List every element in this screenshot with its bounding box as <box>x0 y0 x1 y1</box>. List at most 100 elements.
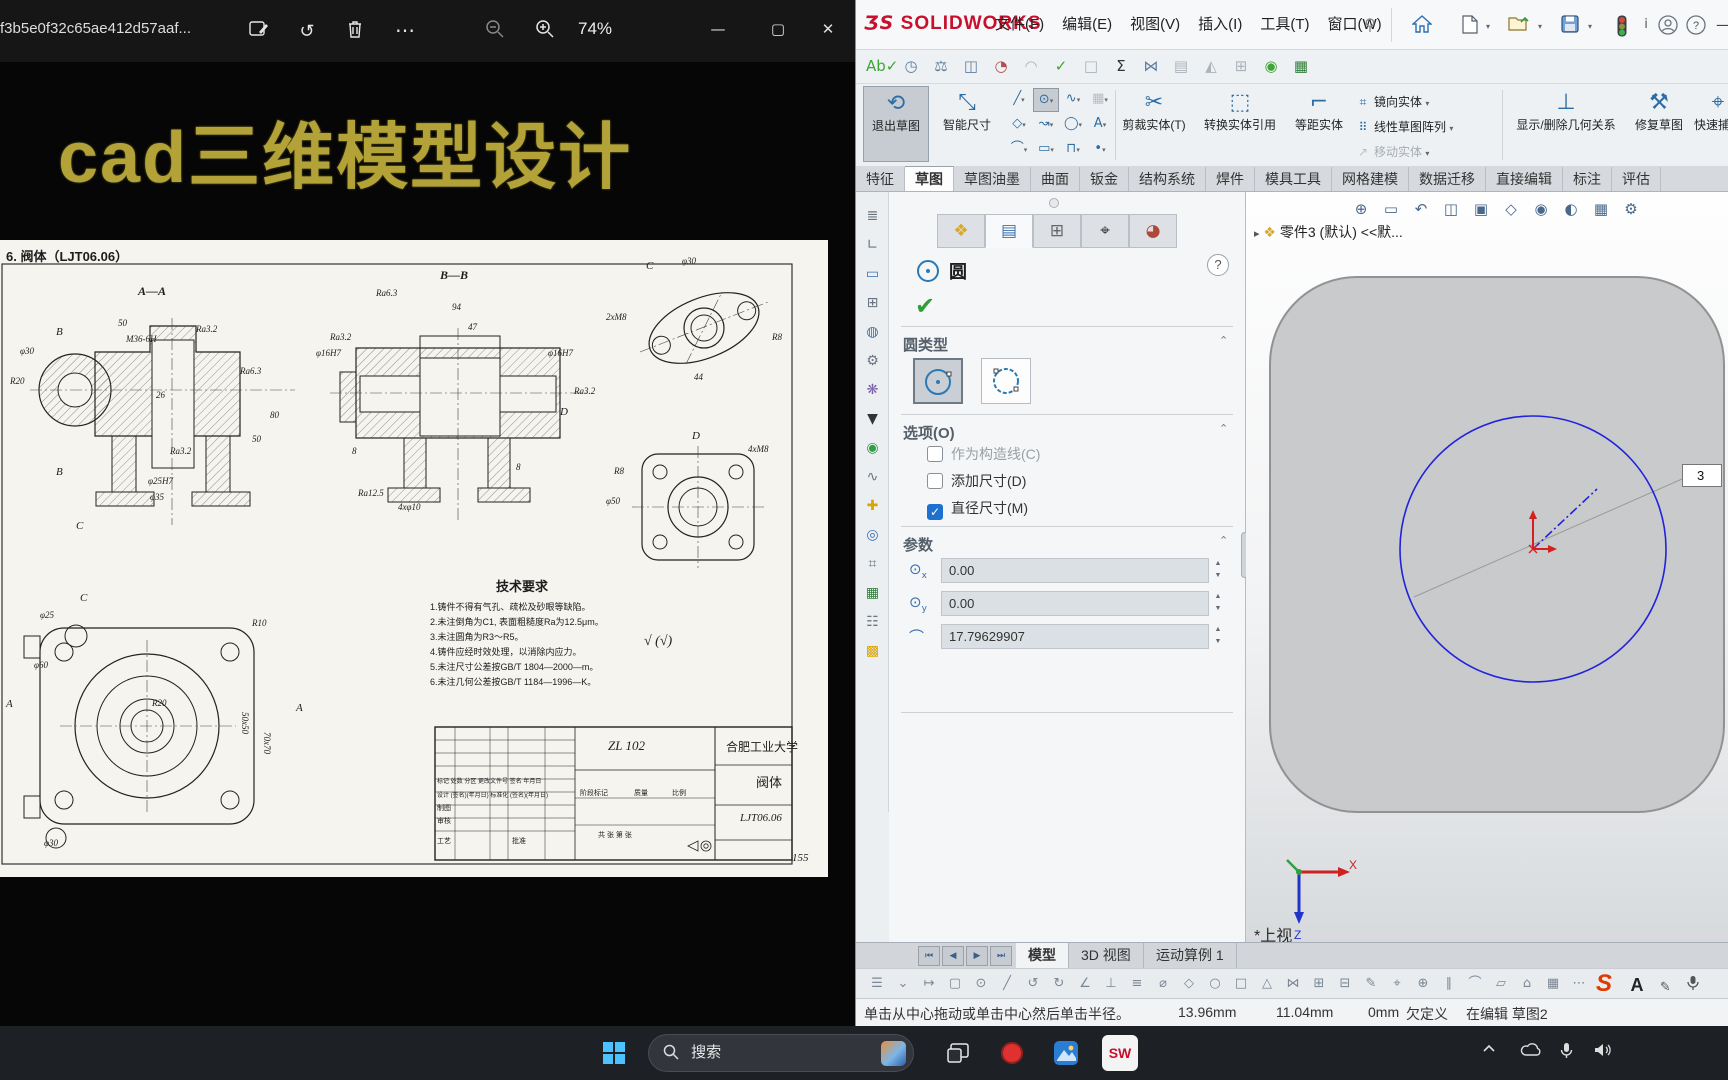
displaymanager-tab[interactable]: ◕ <box>1129 214 1177 248</box>
maximize-button[interactable]: ▢ <box>758 14 798 44</box>
spinner[interactable]: ▲ ▼ <box>1211 591 1225 616</box>
save-caret[interactable]: ▾ <box>1588 22 1592 31</box>
edit-appearance-icon[interactable]: ◐ <box>1556 196 1586 222</box>
display-delete-relations-button[interactable]: ⊥ 显示/删除几何关系 <box>1506 86 1626 162</box>
tab-sheet-metal[interactable]: 钣金 <box>1080 167 1129 191</box>
tab-data-migration[interactable]: 数据迁移 <box>1409 167 1486 191</box>
offset-entities-button[interactable]: ⌐ 等距实体 <box>1290 86 1348 162</box>
tab-evaluate[interactable]: 评估 <box>1612 167 1661 191</box>
point-tool[interactable]: •▾ <box>1087 138 1113 162</box>
tab-direct-editing[interactable]: 直接编辑 <box>1486 167 1563 191</box>
arc-tool[interactable]: ⌒▾ <box>1006 138 1032 162</box>
new-document-icon[interactable] <box>1456 12 1484 38</box>
ellipse-tool[interactable]: ◯▾ <box>1060 113 1086 137</box>
mic-tray-status-icon[interactable] <box>1560 1042 1573 1064</box>
menu-insert[interactable]: 插入(I) <box>1189 0 1251 50</box>
polygon-tool[interactable]: ◇▾ <box>1006 113 1032 137</box>
solidworks-tray-logo[interactable]: S <box>1596 970 1612 997</box>
pm-ok-button[interactable]: ✔ <box>915 292 935 320</box>
binoculars-icon[interactable]: ⌗ <box>856 550 889 579</box>
sw-minimize-button[interactable]: — <box>1710 12 1728 38</box>
freehand-spline-tool[interactable]: ↝▾ <box>1033 113 1059 137</box>
angle-icon[interactable]: ∟ <box>856 231 889 260</box>
tree-expand-arrow[interactable]: ▸ <box>1254 228 1260 240</box>
section-view-icon[interactable]: ◫ <box>1436 196 1466 222</box>
funnel-icon[interactable]: ▼ <box>856 405 889 434</box>
search-box[interactable]: 搜索 <box>648 1034 914 1072</box>
chevron-up-icon[interactable]: ⌃ <box>1219 534 1228 547</box>
circle-tool[interactable]: ⊙▾ <box>1033 88 1059 112</box>
pm-help-icon[interactable]: ? <box>1207 254 1229 276</box>
trim-entities-button[interactable]: ✂ 剪裁实体(T) <box>1118 86 1190 162</box>
feature-tree-overlay[interactable]: ▸ ❖ 零件3 (默认) <<默... <box>1254 222 1403 242</box>
scroll-left-button[interactable]: ◀ <box>942 946 964 966</box>
pin-menubar-icon[interactable]: ⚲ <box>1356 12 1384 38</box>
close-button[interactable]: ✕ <box>808 14 848 44</box>
geometry-check-icon[interactable]: ✓ <box>1046 50 1076 82</box>
tab-markup[interactable]: 标注 <box>1563 167 1612 191</box>
exit-sketch-button[interactable]: ⟲ 退出草图 <box>863 86 929 162</box>
model-tab[interactable]: 模型 <box>1016 943 1069 969</box>
new-document-caret[interactable]: ▾ <box>1486 22 1490 31</box>
record-button[interactable] <box>994 1035 1030 1071</box>
options-section-header[interactable]: 选项(O) <box>903 422 955 443</box>
quick-snaps-button[interactable]: ⌖快速捕捉 <box>1692 86 1728 162</box>
spellcheck-icon[interactable]: Ab✓ <box>866 50 898 82</box>
deviation-analysis-icon[interactable]: ⋈ <box>1136 50 1166 82</box>
hide-show-icon[interactable]: ◉ <box>1526 196 1556 222</box>
help-icon[interactable]: ? <box>1682 12 1710 38</box>
open-document-caret[interactable]: ▾ <box>1538 22 1542 31</box>
zoom-out-icon[interactable] <box>478 14 512 48</box>
checkbox[interactable]: ✓ <box>927 504 943 520</box>
menu-edit[interactable]: 编辑(E) <box>1053 0 1121 50</box>
grid-icon[interactable]: ▩ <box>856 637 889 666</box>
menu-file[interactable]: 文件(F) <box>986 0 1053 50</box>
menu-view[interactable]: 视图(V) <box>1121 0 1189 50</box>
rotate-icon[interactable]: ↺ <box>290 14 324 48</box>
tab-sketch[interactable]: 草图 <box>905 166 954 191</box>
speaker-icon[interactable] <box>1594 1042 1612 1063</box>
center-circle-type-button[interactable] <box>913 358 963 404</box>
slot-tool[interactable]: ⊓▾ <box>1060 138 1086 162</box>
snipping-window-icon[interactable] <box>940 1035 976 1071</box>
smart-dimension-button[interactable]: ⤡ 智能尺寸 <box>933 86 1001 162</box>
move-entities-button[interactable]: ↗ 移动实体 ▾ <box>1352 140 1500 164</box>
design-table-icon[interactable]: ▦ <box>1286 50 1316 82</box>
equations-icon[interactable]: Σ <box>1106 50 1136 82</box>
part-tree-item[interactable]: 零件3 (默认) <<默... <box>1280 224 1403 240</box>
line-tool[interactable]: ╱▾ <box>1006 88 1032 112</box>
search-highlight-thumbnail[interactable] <box>881 1041 906 1066</box>
previous-view-icon[interactable]: ↶ <box>1406 196 1436 222</box>
featuremanager-tab[interactable]: ❖ <box>937 214 985 248</box>
diameter-dimension-checkbox[interactable]: ✓ 直径尺寸(M) <box>927 498 1217 520</box>
checkbox[interactable] <box>927 446 943 462</box>
panel-collapse-pill[interactable] <box>1049 198 1059 208</box>
mic-tray-icon[interactable] <box>1687 976 1699 995</box>
curvature-icon[interactable]: ◠ <box>1016 50 1046 82</box>
more-icon[interactable]: ⋯ <box>388 14 422 48</box>
scroll-first-button[interactable]: ⏮ <box>918 946 940 966</box>
gear-icon[interactable]: ⚙ <box>856 347 889 376</box>
configuration-tab[interactable]: ⊞ <box>1033 214 1081 248</box>
pen-icon[interactable]: ✎ <box>1660 980 1671 995</box>
tab-mold-tools[interactable]: 模具工具 <box>1255 167 1332 191</box>
spline-tool[interactable]: ∿▾ <box>1060 88 1086 112</box>
tab-weldments[interactable]: 焊件 <box>1206 167 1255 191</box>
magnifier-icon[interactable]: ◎ <box>856 521 889 550</box>
photos-app-icon[interactable] <box>1048 1035 1084 1071</box>
apply-scene-icon[interactable]: ▦ <box>1586 196 1616 222</box>
spreadsheet-icon[interactable]: ▦ <box>856 579 889 608</box>
network-icon[interactable]: ⊞ <box>856 289 889 318</box>
tab-sketch-ink[interactable]: 草图油墨 <box>954 167 1031 191</box>
add-dimension-checkbox[interactable]: 添加尺寸(D) <box>927 471 1217 493</box>
performance-evaluation-icon[interactable]: ◔ <box>986 50 1016 82</box>
rectangle-tool[interactable]: ▭▾ <box>1033 138 1059 162</box>
zoom-in-icon[interactable] <box>528 14 562 48</box>
edit-image-icon[interactable] <box>242 14 276 48</box>
zoom-area-icon[interactable]: ▭ <box>1376 196 1406 222</box>
zoom-fit-icon[interactable]: ⊕ <box>1346 196 1376 222</box>
spinner[interactable]: ▲ ▼ <box>1211 624 1225 649</box>
propertymanager-tab[interactable]: ▤ <box>985 214 1033 248</box>
chevron-up-icon[interactable]: ⌃ <box>1219 334 1228 347</box>
mesh-tool[interactable]: ▦▾ <box>1087 88 1113 112</box>
